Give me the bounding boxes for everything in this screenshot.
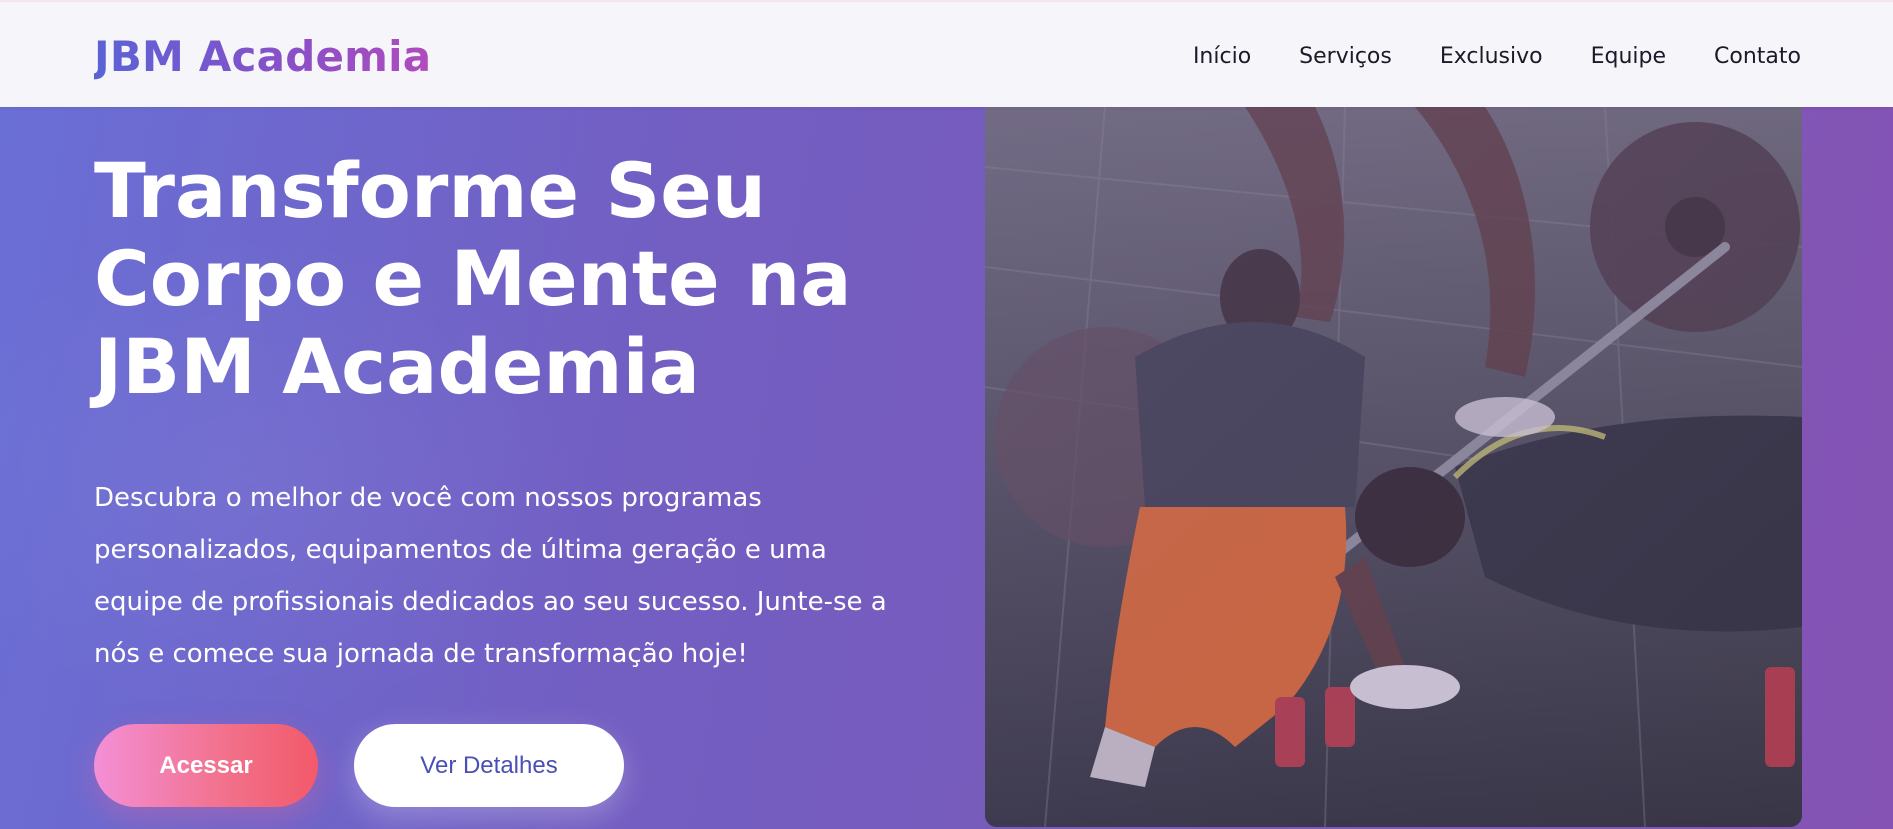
access-button[interactable]: Acessar <box>94 724 318 807</box>
nav-link-contato[interactable]: Contato <box>1714 44 1801 69</box>
hero-section: Transforme Seu Corpo e Mente na JBM Acad… <box>0 107 1893 829</box>
hero-description: Descubra o melhor de você com nossos pro… <box>94 483 887 669</box>
brand-logo[interactable]: JBM Academia <box>94 32 431 81</box>
top-navbar: JBM Academia Início Serviços Exclusivo E… <box>0 0 1893 107</box>
main-nav: Início Serviços Exclusivo Equipe Contato <box>1193 44 1801 69</box>
gym-photo-illustration <box>985 107 1802 827</box>
nav-link-servicos[interactable]: Serviços <box>1299 44 1392 69</box>
nav-link-inicio[interactable]: Início <box>1193 44 1251 69</box>
nav-link-equipe[interactable]: Equipe <box>1591 44 1666 69</box>
gym-training-photo <box>985 107 1802 827</box>
view-details-button[interactable]: Ver Detalhes <box>354 724 624 807</box>
nav-link-exclusivo[interactable]: Exclusivo <box>1440 44 1543 69</box>
hero-title: Transforme Seu Corpo e Mente na JBM Acad… <box>94 146 852 411</box>
